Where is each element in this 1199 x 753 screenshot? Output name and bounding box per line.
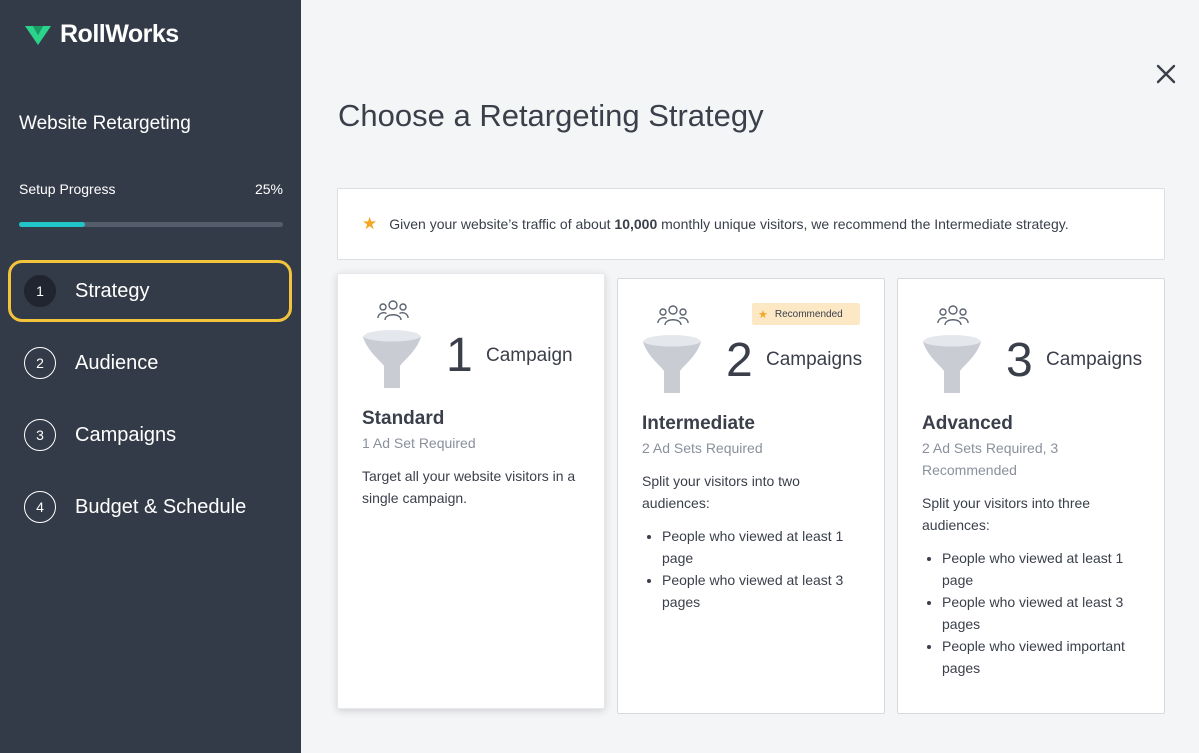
list-item: People who viewed at least 3 pages bbox=[942, 591, 1144, 635]
people-icon bbox=[937, 305, 969, 326]
brand-name: RollWorks bbox=[60, 20, 179, 48]
list-item: People who viewed at least 3 pages bbox=[662, 569, 864, 613]
progress-bar-fill bbox=[19, 222, 85, 227]
audience-list: People who viewed at least 1 page People… bbox=[922, 547, 1144, 679]
step-campaigns[interactable]: 3 Campaigns bbox=[8, 404, 292, 466]
recommended-badge: ★ Recommended bbox=[752, 303, 860, 325]
step-budget-schedule[interactable]: 4 Budget & Schedule bbox=[8, 476, 292, 538]
strategy-name: Advanced bbox=[922, 413, 1013, 434]
step-label: Campaigns bbox=[75, 423, 177, 446]
progress-percent: 25% bbox=[254, 181, 283, 197]
list-item: People who viewed at least 1 page bbox=[942, 547, 1144, 591]
step-number: 3 bbox=[24, 419, 56, 451]
rollworks-logo-icon bbox=[25, 25, 51, 45]
campaign-count: 2 bbox=[726, 334, 753, 387]
step-number: 1 bbox=[24, 275, 56, 307]
star-icon: ★ bbox=[362, 214, 378, 233]
ad-set-requirement: 2 Ad Sets Required bbox=[642, 440, 763, 456]
visitor-count: 10,000 bbox=[614, 216, 658, 232]
progress-label: Setup Progress bbox=[19, 181, 116, 197]
list-item: People who viewed at least 1 page bbox=[662, 525, 864, 569]
sidebar-title: Website Retargeting bbox=[19, 113, 191, 134]
star-icon: ★ bbox=[758, 308, 768, 321]
ad-set-requirement: 1 Ad Set Required bbox=[362, 435, 476, 451]
strategy-card-advanced[interactable]: 3 Campaigns Advanced 2 Ad Sets Required,… bbox=[897, 278, 1165, 714]
audience-list: People who viewed at least 1 page People… bbox=[642, 525, 864, 613]
campaign-count: 1 bbox=[446, 329, 473, 382]
campaign-count: 3 bbox=[1006, 334, 1033, 387]
ad-set-requirement: 2 Ad Sets Required, 3 Recommended bbox=[922, 440, 1059, 478]
step-label: Strategy bbox=[75, 279, 150, 302]
close-icon bbox=[1156, 64, 1176, 84]
campaign-word: Campaigns bbox=[1046, 349, 1143, 370]
funnel-icon bbox=[363, 330, 421, 388]
strategy-card-intermediate[interactable]: ★ Recommended 2 Campaigns Intermediate 2… bbox=[617, 278, 885, 714]
step-label: Audience bbox=[75, 351, 159, 374]
step-audience[interactable]: 2 Audience bbox=[8, 332, 292, 394]
close-button[interactable] bbox=[1152, 60, 1180, 88]
step-label: Budget & Schedule bbox=[75, 495, 247, 518]
page-title: Choose a Retargeting Strategy bbox=[338, 98, 764, 133]
funnel-icon bbox=[643, 335, 701, 393]
step-list: 1 Strategy 2 Audience 3 Campaigns 4 Budg… bbox=[8, 260, 292, 548]
step-number: 4 bbox=[24, 491, 56, 523]
people-icon bbox=[377, 300, 409, 321]
sidebar: RollWorks Website Retargeting Setup Prog… bbox=[0, 0, 301, 753]
step-strategy[interactable]: 1 Strategy bbox=[8, 260, 292, 322]
people-icon bbox=[657, 305, 689, 326]
banner-text: Given your website’s traffic of about 10… bbox=[389, 216, 1069, 232]
strategy-name: Intermediate bbox=[642, 413, 755, 434]
recommendation-banner: ★ Given your website’s traffic of about … bbox=[337, 188, 1165, 260]
campaign-word: Campaigns bbox=[766, 349, 863, 370]
funnel-icon bbox=[923, 335, 981, 393]
step-number: 2 bbox=[24, 347, 56, 379]
strategy-name: Standard bbox=[362, 408, 445, 429]
strategy-description: Split your visitors into two audiences: … bbox=[642, 470, 864, 613]
strategy-description: Split your visitors into three audiences… bbox=[922, 492, 1144, 679]
progress-bar bbox=[19, 222, 283, 227]
campaign-word: Campaign bbox=[486, 345, 573, 366]
list-item: People who viewed important pages bbox=[942, 635, 1144, 679]
rollworks-logo[interactable]: RollWorks bbox=[25, 20, 179, 49]
strategy-card-standard[interactable]: 1 Campaign Standard 1 Ad Set Required Ta… bbox=[337, 273, 605, 709]
strategy-description: Target all your website visitors in a si… bbox=[362, 468, 576, 506]
